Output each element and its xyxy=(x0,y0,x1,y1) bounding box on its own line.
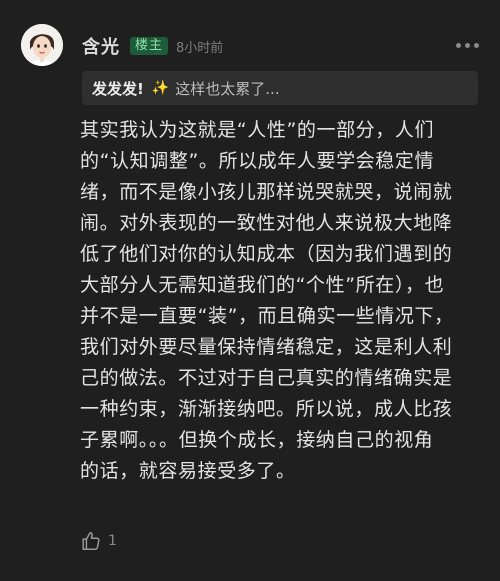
comment-body-line: 其实我认为这就是“人性”的一部分，人们 xyxy=(80,119,435,141)
comment-body: 其实我认为这就是“人性”的一部分，人们 的“认知调整”。所以成年人要学会稳定情 … xyxy=(80,115,482,487)
comment-body-line: 我们对外要尽量保持情绪稳定，这是利人利 xyxy=(80,336,453,358)
sparkle-icon: ✨ xyxy=(151,80,170,96)
like-count: 1 xyxy=(108,533,117,549)
comment-body-line: 并不是一直要“装”，而且确实一些情况下， xyxy=(80,305,454,327)
comment-body-line: 子累啊。。。但换个成长，接纳自己的视角 xyxy=(80,429,434,451)
comment-body-line: 大部分人无需知道我们的“个性”所在），也 xyxy=(80,274,445,296)
comment-header: 含光 楼主 8小时前 xyxy=(82,34,223,58)
comment-body-line: 闹。对外表现的一致性对他人来说极大地降 xyxy=(80,212,453,234)
comment-body-line: 低了他们对你的认知成本（因为我们遇到的 xyxy=(80,243,453,265)
like-button[interactable]: 1 xyxy=(80,530,117,552)
comment-body-line: 的“认知调整”。所以成年人要学会稳定情 xyxy=(80,150,435,172)
quote-author[interactable]: 发发发! xyxy=(92,78,144,99)
more-options-button[interactable] xyxy=(456,43,479,48)
thumbs-up-icon xyxy=(82,532,100,550)
quote-text: 这样也太累了... xyxy=(175,79,280,98)
comment-body-line: 己的做法。不过对于自己真实的情绪确实是 xyxy=(80,367,453,389)
comment-body-line: 的话，就容易接受多了。 xyxy=(80,460,296,482)
comment-body-line: 一种约束，渐渐接纳吧。所以说，成人比孩 xyxy=(80,398,453,420)
more-dots-icon xyxy=(465,43,470,48)
quoted-reply[interactable]: 发发发! ✨ 这样也太累了... xyxy=(82,71,478,105)
more-dots-icon xyxy=(456,43,461,48)
comment-card: 含光 楼主 8小时前 发发发! ✨ 这样也太累了... 其实我认为这就是“人性”… xyxy=(0,0,500,581)
avatar-image xyxy=(21,24,63,66)
timestamp: 8小时前 xyxy=(176,40,224,56)
username[interactable]: 含光 xyxy=(82,33,120,59)
more-dots-icon xyxy=(474,43,479,48)
comment-body-line: 绪，而不是像小孩儿那样说哭就哭，说闹就 xyxy=(80,181,453,203)
avatar[interactable] xyxy=(21,24,63,66)
op-badge: 楼主 xyxy=(130,37,169,55)
